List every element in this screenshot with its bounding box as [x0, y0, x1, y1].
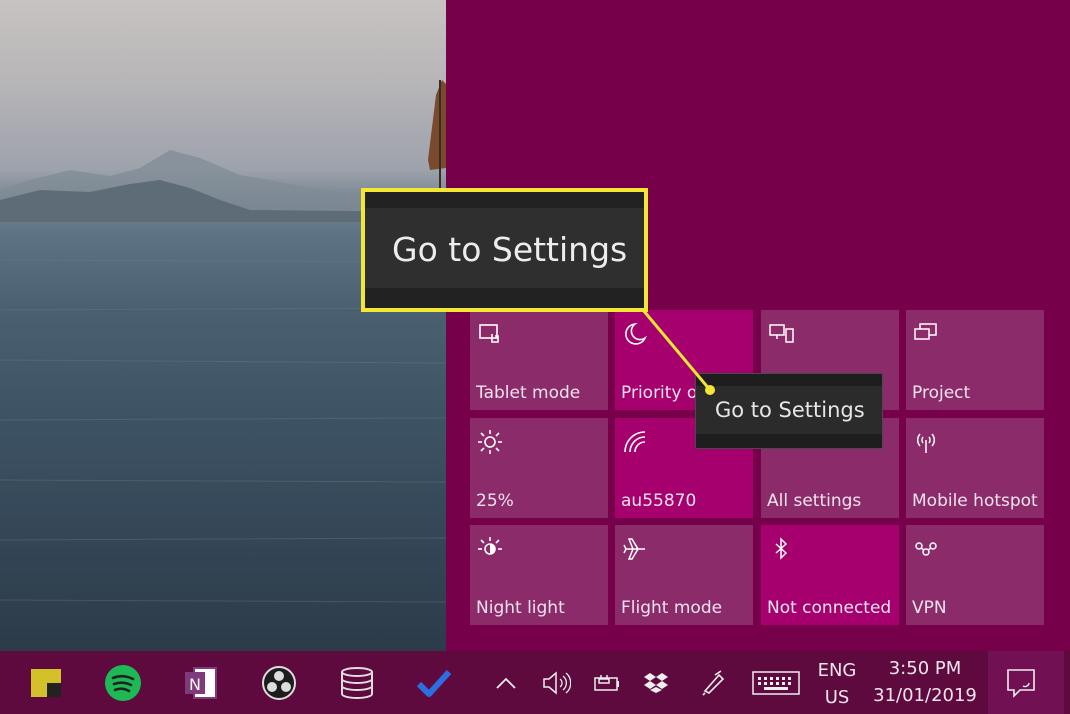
tooltip-text: Go to Settings [715, 398, 865, 422]
onenote-button[interactable]: N [171, 651, 231, 714]
tile-label: Project [912, 383, 971, 403]
brightness-icon [478, 430, 502, 454]
night-light-tile[interactable]: Night light [470, 525, 608, 625]
tablet-mode-tile[interactable]: Tablet mode [470, 310, 608, 410]
pen-icon [702, 669, 725, 696]
obs-icon [262, 665, 296, 700]
bluetooth-icon [775, 537, 788, 560]
tile-label: Flight mode [621, 598, 723, 618]
dropbox-button[interactable] [626, 651, 686, 714]
language-indicator[interactable]: ENG US [812, 660, 862, 708]
bluetooth-tile[interactable]: Not connected [761, 525, 899, 625]
keyboard-icon [752, 670, 800, 695]
touch-keyboard-button[interactable] [746, 651, 806, 714]
dropbox-icon [644, 672, 668, 693]
svg-text:N: N [189, 675, 201, 694]
tablet-mode-icon [479, 324, 499, 343]
pen-workspace-button[interactable] [683, 651, 743, 714]
sticky-notes-button[interactable] [16, 651, 76, 714]
tile-label: Not connected [767, 598, 892, 618]
night-light-icon [478, 537, 502, 555]
project-icon [914, 323, 937, 340]
project-tile[interactable]: Project [906, 310, 1044, 410]
spotify-icon [105, 664, 141, 701]
region-code: US [824, 687, 850, 708]
tile-label: VPN [912, 598, 947, 618]
tile-label: 25% [476, 491, 514, 511]
tile-label: Priority o [621, 383, 698, 403]
moon-icon [625, 322, 647, 345]
tile-label: Night light [476, 598, 565, 618]
brightness-tile[interactable]: 25% [470, 418, 608, 518]
callout-text: Go to Settings [392, 230, 628, 269]
battery-charging-icon [594, 674, 619, 691]
clock-date: 31/01/2019 [873, 685, 977, 706]
tile-label: Mobile hotspot [912, 491, 1038, 511]
spotify-button[interactable] [93, 651, 153, 714]
vpn-tile[interactable]: VPN [906, 525, 1044, 625]
database-button[interactable] [327, 651, 387, 714]
language-code: ENG [817, 660, 857, 681]
notification-icon [1007, 669, 1035, 698]
airplane-icon [623, 538, 645, 560]
connect-icon [769, 324, 794, 343]
hotspot-icon [916, 433, 936, 453]
desktop-wallpaper [0, 0, 446, 651]
wifi-icon [624, 431, 646, 453]
database-icon [341, 666, 373, 699]
vpn-icon [915, 542, 937, 556]
clock-time: 3:50 PM [888, 658, 962, 679]
go-to-settings-tooltip: Go to Settings [695, 373, 883, 449]
action-center-button[interactable] [988, 651, 1064, 714]
onenote-icon: N [185, 666, 217, 699]
flight-mode-tile[interactable]: Flight mode [615, 525, 753, 625]
volume-icon [543, 670, 571, 695]
obs-button[interactable] [249, 651, 309, 714]
tile-label: All settings [767, 491, 862, 511]
tile-label: au55870 [621, 491, 697, 511]
chevron-up-icon [496, 677, 516, 689]
sticky-notes-icon [31, 668, 61, 697]
todo-check-icon [416, 669, 452, 697]
mobile-hotspot-tile[interactable]: Mobile hotspot [906, 418, 1044, 518]
clock[interactable]: 3:50 PM 31/01/2019 [872, 658, 978, 706]
taskbar: N ENG US 3:50 PM 31/01/2019 [0, 651, 1070, 714]
todo-button[interactable] [404, 651, 464, 714]
zoom-callout: Go to Settings [361, 188, 648, 312]
tile-label: Tablet mode [476, 383, 581, 403]
